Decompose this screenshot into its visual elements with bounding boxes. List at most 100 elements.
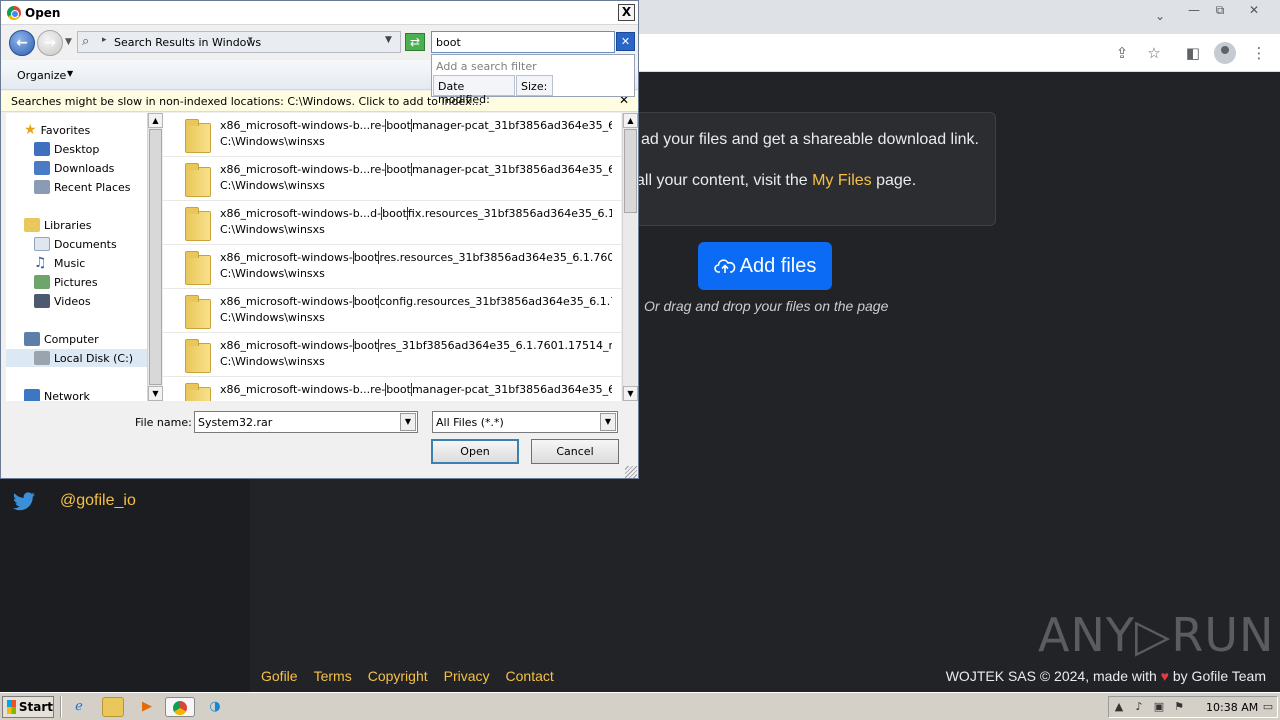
twitter-icon[interactable]	[12, 492, 36, 512]
restore-icon[interactable]: ⧉	[1210, 3, 1230, 17]
file-row[interactable]: x86_microsoft-windows-b...re-bootmanager…	[163, 157, 621, 201]
footer-link-contact[interactable]: Contact	[506, 668, 554, 684]
search-match-highlight: boot	[381, 207, 408, 220]
add-files-button[interactable]: Add files	[698, 242, 832, 290]
menu-icon[interactable]: ⋮	[1249, 44, 1269, 62]
bookmark-star-icon[interactable]: ☆	[1144, 44, 1164, 62]
nav-libraries[interactable]: Libraries	[24, 216, 92, 234]
nav-documents-label: Documents	[54, 237, 117, 251]
file-name: x86_microsoft-windows-b...d-bootfix.reso…	[220, 207, 612, 220]
file-type-dropdown-icon[interactable]: ▼	[600, 413, 616, 431]
file-row[interactable]: x86_microsoft-windows-b...d-bootfix.reso…	[163, 201, 621, 245]
nav-network[interactable]: Network	[24, 387, 90, 401]
cancel-button[interactable]: Cancel	[531, 439, 619, 464]
twitter-handle-link[interactable]: @gofile_io	[60, 492, 136, 510]
footer-link-copyright[interactable]: Copyright	[368, 668, 428, 684]
nav-computer[interactable]: Computer	[24, 330, 99, 348]
start-label: Start	[18, 700, 53, 714]
media-player-icon[interactable]: ▶	[136, 697, 158, 717]
nav-favorites[interactable]: ★ Favorites	[24, 121, 90, 139]
search-match-highlight: boot	[385, 163, 412, 176]
address-dropdown-icon[interactable]: ▼	[385, 35, 392, 45]
side-panel-icon[interactable]: ◧	[1183, 44, 1203, 62]
edge-icon[interactable]: ◑	[204, 697, 226, 717]
file-name-dropdown-icon[interactable]: ▼	[400, 413, 416, 431]
nav-computer-label: Computer	[44, 332, 99, 346]
action-center-flag-icon[interactable]: ⚑	[1172, 700, 1186, 714]
file-row[interactable]: x86_microsoft-windows-b...re-bootmanager…	[163, 113, 621, 157]
file-path: C:\Windows\winsxs	[220, 135, 325, 148]
nav-network-label: Network	[44, 389, 90, 402]
search-input[interactable]: boot	[431, 31, 615, 53]
file-list-scrollbar[interactable]: ▲ ▼	[622, 113, 638, 401]
date-modified-filter[interactable]: Date modified:	[433, 75, 515, 106]
show-hidden-icons-icon[interactable]: ▲	[1112, 700, 1126, 714]
search-match-highlight: boot	[352, 251, 380, 264]
file-row[interactable]: x86_microsoft-windows-bootconfig.resourc…	[163, 289, 621, 333]
scroll-down-arrow-icon[interactable]: ▼	[623, 386, 638, 401]
address-text[interactable]: Search Results in Windows	[114, 36, 261, 49]
nav-music[interactable]: ♫ Music	[34, 254, 85, 272]
nav-local-disk[interactable]: Local Disk (C:)	[6, 349, 147, 367]
file-name-prefix: x86_microsoft-windows-b...re-	[220, 383, 386, 396]
organize-dropdown-icon[interactable]: ▼	[67, 69, 73, 78]
footer-link-terms[interactable]: Terms	[314, 668, 352, 684]
file-explorer-icon[interactable]	[102, 697, 124, 717]
scroll-thumb[interactable]	[149, 129, 162, 385]
search-clear-icon[interactable]: ✕	[616, 32, 635, 51]
address-bar[interactable]: ⌕ ▸ Search Results in Windows ▾ ▼	[77, 31, 401, 53]
size-filter[interactable]: Size:	[516, 75, 553, 96]
organize-menu[interactable]: Organize	[17, 69, 66, 82]
scroll-thumb[interactable]	[624, 129, 637, 213]
dialog-title: Open	[25, 6, 61, 20]
scroll-up-arrow-icon[interactable]: ▲	[623, 113, 638, 128]
footer-link-gofile[interactable]: Gofile	[261, 668, 298, 684]
scroll-down-arrow-icon[interactable]: ▼	[148, 386, 163, 401]
file-name-suffix: config.resources_31bf3856ad364e35_6.1.76…	[379, 295, 612, 308]
navigation-pane-scrollbar[interactable]: ▲ ▼	[147, 113, 163, 401]
forward-arrow-icon[interactable]: →	[37, 30, 63, 56]
file-name-suffix: manager-pcat_31bf3856ad364e35_6.1.760...	[411, 119, 612, 132]
volume-icon[interactable]: ♪	[1132, 700, 1146, 714]
address-chevron-icon[interactable]: ▾	[248, 35, 253, 45]
address-separator-icon[interactable]: ▸	[102, 35, 107, 45]
file-path: C:\Windows\winsxs	[220, 311, 325, 324]
my-files-link[interactable]: My Files	[812, 172, 872, 189]
back-arrow-icon[interactable]: ←	[9, 30, 35, 56]
file-type-select[interactable]: All Files (*.*) ▼	[432, 411, 618, 433]
resize-grip-icon[interactable]	[625, 466, 637, 478]
file-name-input[interactable]: System32.rar ▼	[194, 411, 418, 433]
upload-info-box	[600, 112, 996, 226]
clock[interactable]: 10:38 AM	[1206, 701, 1258, 714]
profile-avatar[interactable]	[1214, 42, 1236, 64]
internet-explorer-icon[interactable]: ℯ	[68, 697, 90, 717]
file-row[interactable]: x86_microsoft-windows-bootres_31bf3856ad…	[163, 333, 621, 377]
open-button[interactable]: Open	[431, 439, 519, 464]
nav-downloads[interactable]: Downloads	[34, 159, 114, 177]
window-close-icon[interactable]: ✕	[1244, 3, 1264, 17]
refresh-icon[interactable]: ⇄	[405, 33, 425, 51]
nav-documents[interactable]: Documents	[34, 235, 117, 253]
nav-pictures[interactable]: Pictures	[34, 273, 98, 291]
nav-videos[interactable]: Videos	[34, 292, 91, 310]
minimize-icon[interactable]: —	[1184, 3, 1204, 17]
scroll-up-arrow-icon[interactable]: ▲	[148, 113, 163, 128]
recent-locations-dropdown-icon[interactable]: ▼	[65, 37, 72, 47]
nav-recent-places[interactable]: Recent Places	[34, 178, 131, 196]
show-desktop-icon[interactable]: ▭	[1261, 700, 1275, 714]
file-path: C:\Windows\winsxs	[220, 223, 325, 236]
dialog-close-button[interactable]: X	[618, 4, 635, 21]
upload-info-line2: all your content, visit the My Files pag…	[636, 172, 916, 190]
share-icon[interactable]: ⇪	[1112, 44, 1132, 62]
nav-desktop[interactable]: Desktop	[34, 140, 99, 158]
index-info-text[interactable]: Searches might be slow in non-indexed lo…	[11, 95, 482, 108]
folder-icon	[185, 339, 211, 373]
file-row[interactable]: x86_microsoft-windows-b...re-bootmanager…	[163, 377, 621, 401]
start-button[interactable]: Start	[2, 696, 54, 718]
file-name: x86_microsoft-windows-b...re-bootmanager…	[220, 383, 612, 396]
file-row[interactable]: x86_microsoft-windows-bootres.resources_…	[163, 245, 621, 289]
chrome-taskbar-icon[interactable]	[165, 697, 195, 717]
footer-link-privacy[interactable]: Privacy	[444, 668, 490, 684]
network-tray-icon[interactable]: ▣	[1152, 700, 1166, 714]
tab-search-icon[interactable]: ⌄	[1150, 9, 1170, 23]
